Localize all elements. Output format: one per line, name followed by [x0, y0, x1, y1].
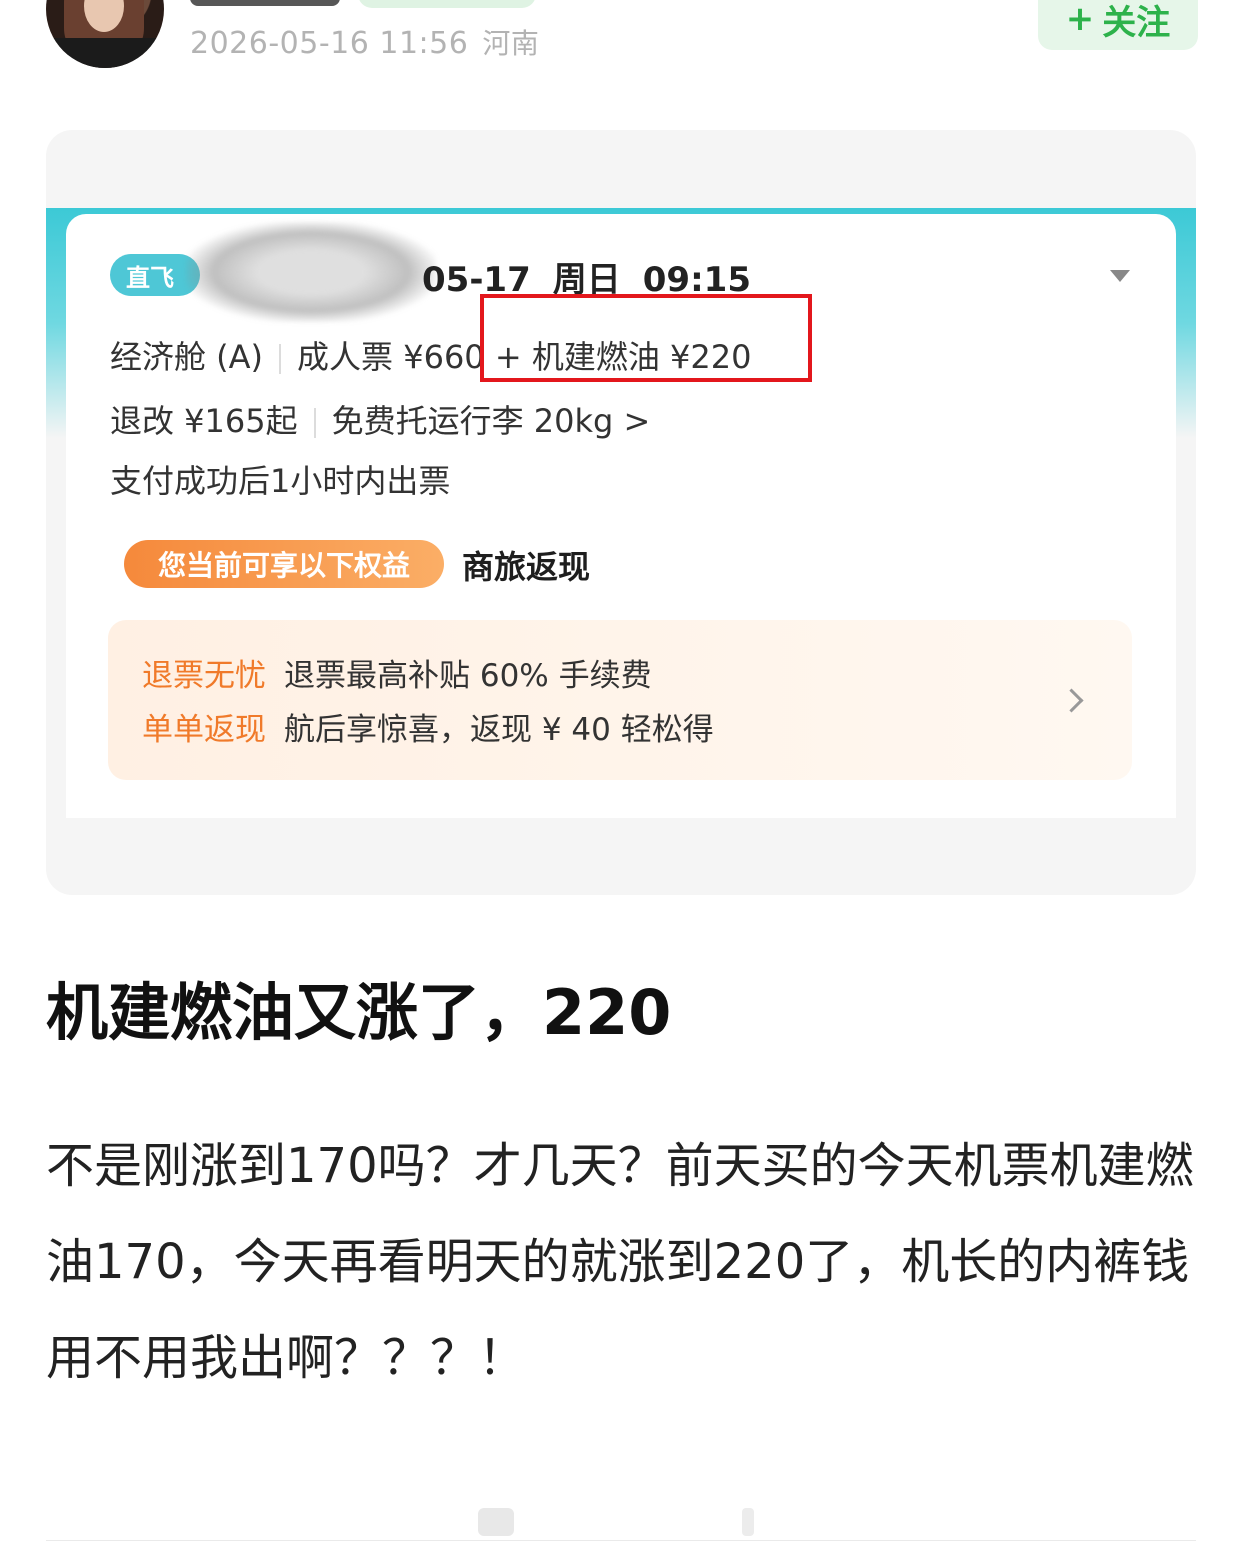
post-image[interactable]: 直飞 05-17 周日 09:15 经济舱 (A) 成人票 ¥660 + 机建燃油 ¥…	[46, 130, 1196, 895]
avatar[interactable]	[46, 0, 164, 68]
follow-button[interactable]: + 关注	[1038, 0, 1198, 50]
redacted-route	[186, 222, 436, 322]
benefit-text: 退票最高补贴 60% 手续费	[284, 658, 652, 694]
benefit-text: 航后享惊喜，返现 ¥ 40 轻松得	[284, 712, 714, 748]
post-location: 河南	[482, 27, 540, 60]
bottom-divider	[46, 1540, 1196, 1541]
image-thumbnail-icon	[742, 1508, 754, 1536]
benefit-pill: 您当前可享以下权益	[124, 540, 444, 588]
follow-label: 关注	[1102, 2, 1171, 43]
benefit-row: 单单返现 航后享惊喜，返现 ¥ 40 轻松得	[142, 704, 714, 749]
divider	[313, 408, 316, 438]
benefit-title: 商旅返现	[462, 548, 591, 586]
username-cropped[interactable]	[190, 0, 340, 6]
divider	[279, 344, 282, 374]
post-body: 不是刚涨到170吗？才几天？前天买的今天机票机建燃油170，今天再看明天的就涨到…	[46, 1138, 1194, 1386]
benefit-tag: 单单返现	[142, 712, 266, 748]
adult-fare: 成人票 ¥660	[297, 338, 485, 376]
benefit-panel[interactable]: 退票无忧 退票最高补贴 60% 手续费 单单返现 航后享惊喜，返现 ¥ 40 轻松得	[108, 620, 1132, 780]
benefit-tag: 退票无忧	[142, 658, 266, 694]
plus-icon: +	[1065, 0, 1095, 39]
refund-change-fee: 退改 ¥165起	[110, 402, 298, 440]
highlight-box	[480, 294, 812, 382]
policy-line[interactable]: 退改 ¥165起 免费托运行李 20kg >	[110, 396, 650, 442]
issue-note: 支付成功后1小时内出票	[110, 462, 451, 500]
image-thumbnail-icon	[478, 1508, 514, 1536]
chevron-right-icon[interactable]	[1059, 688, 1084, 713]
benefit-row: 退票无忧 退票最高补贴 60% 手续费	[142, 650, 652, 695]
ticket-card: 直飞 05-17 周日 09:15 经济舱 (A) 成人票 ¥660 + 机建燃油 ¥…	[66, 214, 1176, 818]
baggage-allowance: 免费托运行李 20kg >	[331, 402, 651, 440]
user-badge-cropped	[358, 0, 536, 8]
avatar-coat	[46, 38, 164, 68]
post-timestamp: 2026-05-16 11:56	[190, 26, 469, 61]
post-meta: 2026-05-16 11:56 河南	[190, 22, 539, 62]
cabin-class: 经济舱 (A)	[110, 338, 264, 376]
post-title: 机建燃油又涨了，220	[46, 976, 672, 1049]
caret-down-icon[interactable]	[1110, 270, 1130, 282]
